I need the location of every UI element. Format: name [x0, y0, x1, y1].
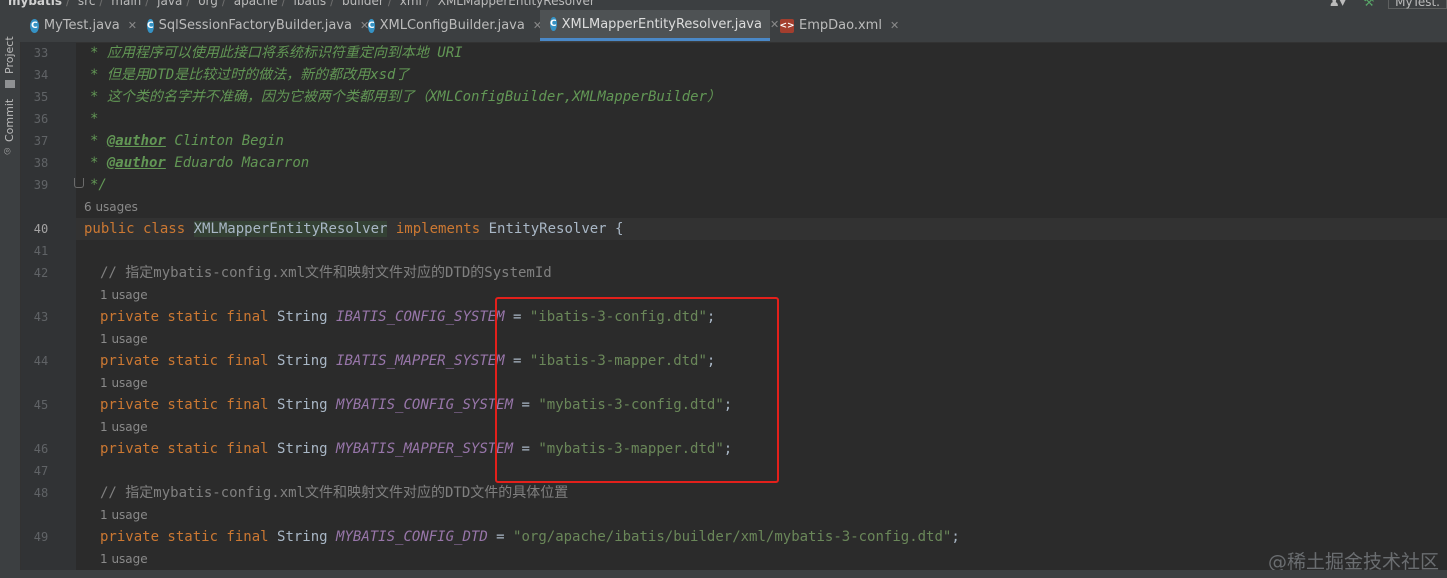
usages-hint[interactable]: 1 usage: [100, 288, 148, 302]
code-line-34: * 但是用DTD是比较过时的做法，新的都改用xsd了: [90, 67, 410, 83]
usages-hint[interactable]: 1 usage: [100, 508, 148, 522]
code-line-35: * 这个类的名字并不准确，因为它被两个类都用到了（XMLConfigBuilde…: [90, 89, 722, 105]
editor-tab-bar: C MyTest.java ✕ C SqlSessionFactoryBuild…: [20, 10, 1447, 43]
usages-hint[interactable]: 1 usage: [100, 552, 148, 566]
commit-label: Commit: [3, 98, 16, 142]
bottom-tool-bar: [0, 570, 1447, 578]
breadcrumb-item[interactable]: builder: [342, 0, 384, 8]
xml-file-icon: <>: [779, 18, 795, 33]
close-icon[interactable]: ✕: [128, 19, 137, 32]
class-icon: C: [550, 17, 557, 31]
line-number: 43: [33, 310, 49, 324]
constant-name: IBATIS_CONFIG_SYSTEM: [336, 309, 505, 325]
tab-empdao-xml[interactable]: <> EmpDao.xml ✕: [770, 10, 920, 41]
breadcrumb-item[interactable]: java: [157, 0, 182, 8]
code-line-33: * 应用程序可以使用此接口将系统标识符重定向到本地 URI: [90, 45, 463, 61]
line-number: 48: [33, 486, 49, 500]
code-line-39: */: [90, 177, 107, 193]
line-number: 34: [33, 68, 49, 82]
breadcrumb: mybatis / src / main / java / org / apache / i…: [0, 0, 1447, 10]
build-hammer-icon[interactable]: ⚒: [1364, 0, 1375, 9]
line-number: 39: [33, 178, 49, 192]
class-icon: C: [30, 18, 39, 33]
author-name: Eduardo Macarron: [174, 155, 310, 171]
tab-xmlmapperentityresolver[interactable]: C XMLMapperEntityResolver.java ✕: [540, 10, 779, 41]
tab-xmlconfigbuilder[interactable]: C XMLConfigBuilder.java ✕: [358, 10, 542, 41]
code-line-38: * @author Eduardo Macarron: [90, 155, 310, 171]
tab-label: MyTest.java: [43, 18, 120, 33]
tab-label: EmpDao.xml: [799, 18, 882, 33]
usages-hint[interactable]: 1 usage: [100, 376, 148, 390]
line-number: 49: [33, 530, 49, 544]
run-configuration-selector[interactable]: MyTest.: [1388, 0, 1447, 9]
breadcrumb-item[interactable]: apache: [234, 0, 278, 8]
tab-label: XMLMapperEntityResolver.java: [561, 16, 762, 32]
close-icon[interactable]: ✕: [890, 19, 899, 32]
usages-hint[interactable]: 1 usage: [100, 420, 148, 434]
constant-name: MYBATIS_CONFIG_SYSTEM: [336, 397, 514, 413]
editor-gutter: 33 34 35 36 37 38 39 40 41 42 43 44 45 4…: [21, 42, 84, 570]
breadcrumb-item[interactable]: ibatis: [294, 0, 327, 8]
javadoc-tag[interactable]: @author: [107, 133, 166, 149]
line-number: 33: [33, 46, 49, 60]
line-number: 36: [33, 112, 49, 126]
commit-icon: ⌾: [4, 145, 11, 158]
line-number: 40: [33, 222, 49, 236]
string-literal: "org/apache/ibatis/builder/xml/mybatis-3…: [513, 529, 952, 545]
run-configuration-label: MyTest.: [1395, 0, 1440, 9]
folder-icon: [5, 80, 15, 88]
line-number: 42: [33, 266, 49, 280]
code-line-36: *: [90, 111, 99, 127]
class-icon: C: [147, 18, 154, 33]
class-icon: C: [368, 18, 375, 33]
javadoc-text: 应用程序可以使用此接口将系统标识符重定向到本地 URI: [106, 45, 463, 61]
line-number: 44: [33, 354, 49, 368]
author-name: Clinton Begin: [174, 133, 284, 149]
breadcrumb-item[interactable]: src: [78, 0, 96, 8]
tab-label: XMLConfigBuilder.java: [379, 18, 525, 33]
constant-name: MYBATIS_CONFIG_DTD: [336, 529, 488, 545]
code-line-40: public class XMLMapperEntityResolver imp…: [84, 221, 624, 237]
line-number: 41: [33, 244, 49, 258]
breadcrumb-item[interactable]: XMLMapperEntityResolver: [438, 0, 595, 8]
interface-name: EntityResolver: [488, 221, 607, 237]
project-label: Project: [3, 36, 16, 74]
breadcrumb-item[interactable]: main: [111, 0, 141, 8]
commit-tool-window-button[interactable]: Commit ⌾: [0, 98, 20, 158]
code-line-42: // 指定mybatis-config.xml文件和映射文件对应的DTD的Sys…: [100, 265, 552, 281]
constant-name: IBATIS_MAPPER_SYSTEM: [336, 353, 505, 369]
highlight-annotation-box: [495, 297, 779, 483]
tab-label: SqlSessionFactoryBuilder.java: [158, 18, 352, 33]
line-number: 47: [33, 464, 49, 478]
code-line-48: // 指定mybatis-config.xml文件和映射文件对应的DTD文件的具…: [100, 485, 569, 501]
line-number: 35: [33, 90, 49, 104]
vcs-user-icon[interactable]: ♟▾: [1329, 0, 1346, 9]
usages-hint[interactable]: 1 usage: [100, 332, 148, 346]
javadoc-text: 但是用DTD是比较过时的做法，新的都改用xsd了: [106, 67, 410, 83]
project-tool-window-button[interactable]: Project: [0, 22, 20, 88]
breadcrumb-item[interactable]: xml: [400, 0, 422, 8]
usages-hint[interactable]: 6 usages: [84, 200, 138, 214]
breadcrumb-item[interactable]: mybatis: [8, 0, 62, 8]
code-line-49: private static final String MYBATIS_CONF…: [100, 529, 960, 545]
javadoc-text: 这个类的名字并不准确，因为它被两个类都用到了（XMLConfigBuilder,…: [106, 89, 722, 105]
javadoc-tag[interactable]: @author: [107, 155, 166, 171]
tab-sqlsessionfactorybuilder[interactable]: C SqlSessionFactoryBuilder.java ✕: [137, 10, 369, 41]
line-number: 37: [33, 134, 49, 148]
line-number: 46: [33, 442, 49, 456]
class-name: XMLMapperEntityResolver: [193, 221, 388, 237]
line-number: 45: [33, 398, 49, 412]
line-number: 38: [33, 156, 49, 170]
code-line-37: * @author Clinton Begin: [90, 133, 284, 149]
tool-window-strip: Project Commit ⌾: [0, 10, 21, 578]
constant-name: MYBATIS_MAPPER_SYSTEM: [336, 441, 514, 457]
breadcrumb-item[interactable]: org: [198, 0, 218, 8]
tab-mytest[interactable]: C MyTest.java ✕: [20, 10, 137, 41]
